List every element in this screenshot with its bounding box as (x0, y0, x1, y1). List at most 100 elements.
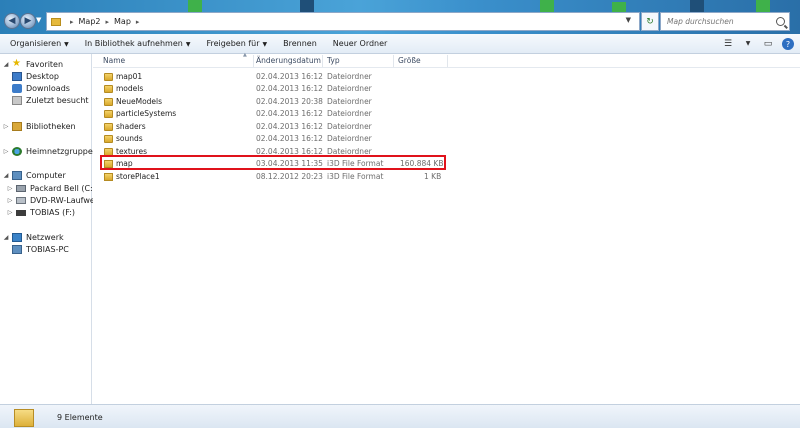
file-row[interactable]: storePlace1 08.12.2012 20:23 i3D File Fo… (93, 171, 800, 183)
address-bar[interactable]: ▸ Map2 ▸ Map ▸ ▼ (46, 12, 640, 31)
nav-network[interactable]: ◢ Netzwerk (0, 233, 64, 242)
background-decoration (188, 0, 202, 12)
file-name: NeueModels (116, 97, 163, 106)
organize-label: Organisieren (10, 39, 62, 48)
network-icon (12, 233, 22, 242)
nav-favorites[interactable]: ◢ ★ Favoriten (0, 59, 63, 69)
file-date: 02.04.2013 16:12 (256, 72, 323, 81)
nav-computer[interactable]: ◢ Computer (0, 171, 66, 180)
nav-homegroup[interactable]: ▷ Heimnetzgruppe (0, 147, 93, 156)
column-divider[interactable] (253, 55, 254, 67)
file-date: 02.04.2013 16:12 (256, 84, 323, 93)
burn-button[interactable]: Brennen (283, 39, 317, 48)
file-date: 08.12.2012 20:23 (256, 172, 323, 181)
forward-button[interactable]: ▶ (20, 13, 36, 29)
expand-icon[interactable]: ◢ (2, 172, 10, 179)
chevron-down-icon: ▼ (262, 41, 268, 48)
folder-icon (104, 110, 113, 118)
new-folder-button[interactable]: Neuer Ordner (333, 39, 388, 48)
breadcrumb-item-map2[interactable]: Map2 (79, 17, 101, 26)
file-row[interactable]: map01 02.04.2013 16:12 Dateiordner (93, 71, 800, 83)
search-box[interactable] (660, 12, 790, 31)
chevron-down-icon[interactable]: ▼ (742, 38, 754, 49)
file-row[interactable]: NeueModels 02.04.2013 20:38 Dateiordner (93, 96, 800, 108)
homegroup-icon (12, 147, 22, 156)
expand-icon[interactable]: ◢ (2, 61, 10, 68)
file-name: particleSystems (116, 109, 177, 118)
folder-icon (14, 409, 34, 427)
file-type: Dateiordner (327, 97, 372, 106)
search-input[interactable] (667, 17, 772, 26)
file-list: ▲ Name Änderungsdatum Typ Größe map01 02… (93, 52, 800, 404)
file-name: map01 (116, 72, 143, 81)
file-type: Dateiordner (327, 72, 372, 81)
column-divider[interactable] (322, 55, 323, 67)
background-decoration (690, 0, 704, 12)
expand-icon[interactable]: ▷ (6, 209, 14, 216)
expand-icon[interactable]: ▷ (6, 197, 14, 204)
nav-drive-c[interactable]: ▷ Packard Bell (C:) (4, 184, 96, 193)
expand-icon[interactable]: ◢ (2, 234, 10, 241)
view-options-icon[interactable]: ☰ (722, 38, 734, 49)
file-date: 02.04.2013 16:12 (256, 122, 323, 131)
chevron-down-icon: ▼ (185, 41, 191, 48)
column-header-row: ▲ Name Änderungsdatum Typ Größe (93, 52, 800, 68)
column-header-type[interactable]: Typ (327, 56, 340, 65)
nav-label: Desktop (26, 72, 59, 81)
file-row[interactable]: shaders 02.04.2013 16:12 Dateiordner (93, 121, 800, 133)
computer-icon (12, 171, 22, 180)
file-row[interactable]: particleSystems 02.04.2013 16:12 Dateior… (93, 108, 800, 120)
folder-icon (104, 123, 113, 131)
breadcrumb: ▸ Map2 ▸ Map ▸ (65, 17, 144, 26)
expand-icon[interactable]: ▷ (6, 185, 14, 192)
nav-label: Packard Bell (C:) (30, 184, 96, 193)
organize-menu[interactable]: Organisieren ▼ (10, 39, 69, 48)
nav-desktop[interactable]: Desktop (10, 72, 59, 81)
chevron-down-icon[interactable]: ▼ (626, 16, 631, 24)
refresh-icon: ↻ (646, 16, 654, 27)
expand-icon[interactable]: ▷ (2, 123, 10, 130)
nav-network-pc[interactable]: TOBIAS-PC (10, 245, 69, 254)
star-icon: ★ (12, 58, 21, 69)
nav-recent[interactable]: Zuletzt besucht (10, 96, 89, 105)
file-type: Dateiordner (327, 122, 372, 131)
preview-pane-icon[interactable]: ▭ (762, 38, 774, 49)
nav-drive-f[interactable]: ▷ TOBIAS (F:) (4, 208, 75, 217)
column-header-date[interactable]: Änderungsdatum (256, 56, 321, 65)
computer-icon (12, 245, 22, 254)
history-dropdown[interactable]: ▼ (36, 16, 44, 26)
expand-icon[interactable]: ▷ (2, 148, 10, 155)
breadcrumb-item-map[interactable]: Map (114, 17, 131, 26)
help-icon[interactable]: ? (782, 38, 794, 50)
nav-label: TOBIAS-PC (26, 245, 69, 254)
include-library-menu[interactable]: In Bibliothek aufnehmen ▼ (85, 39, 191, 48)
refresh-button[interactable]: ↻ (641, 12, 659, 31)
share-menu[interactable]: Freigeben für ▼ (206, 39, 267, 48)
chevron-right-icon: ▸ (105, 17, 110, 26)
file-row[interactable]: sounds 02.04.2013 16:12 Dateiordner (93, 133, 800, 145)
nav-downloads[interactable]: Downloads (10, 84, 70, 93)
search-icon[interactable] (776, 17, 785, 26)
background-decoration (300, 0, 314, 12)
item-count: 9 Elemente (57, 413, 103, 422)
dvd-drive-icon (16, 197, 26, 204)
share-label: Freigeben für (206, 39, 260, 48)
file-size: 1 KB (424, 172, 442, 181)
navigation-pane: ◢ ★ Favoriten Desktop Downloads Zuletzt … (0, 54, 108, 404)
column-divider[interactable] (447, 55, 448, 67)
nav-label: Zuletzt besucht (26, 96, 89, 105)
arrow-right-icon: ▶ (24, 16, 32, 26)
column-divider[interactable] (393, 55, 394, 67)
file-row[interactable]: models 02.04.2013 16:12 Dateiordner (93, 83, 800, 95)
background-decoration (756, 0, 770, 12)
file-name: storePlace1 (116, 172, 160, 181)
column-header-size[interactable]: Größe (398, 56, 421, 65)
file-type: Dateiordner (327, 109, 372, 118)
file-date: 02.04.2013 16:12 (256, 134, 323, 143)
column-header-name[interactable]: Name (103, 56, 125, 65)
folder-icon (104, 73, 113, 81)
back-button[interactable]: ◀ (4, 13, 20, 29)
chevron-right-icon: ▸ (70, 17, 74, 26)
nav-libraries[interactable]: ▷ Bibliotheken (0, 122, 76, 131)
nav-label: Favoriten (26, 59, 64, 69)
